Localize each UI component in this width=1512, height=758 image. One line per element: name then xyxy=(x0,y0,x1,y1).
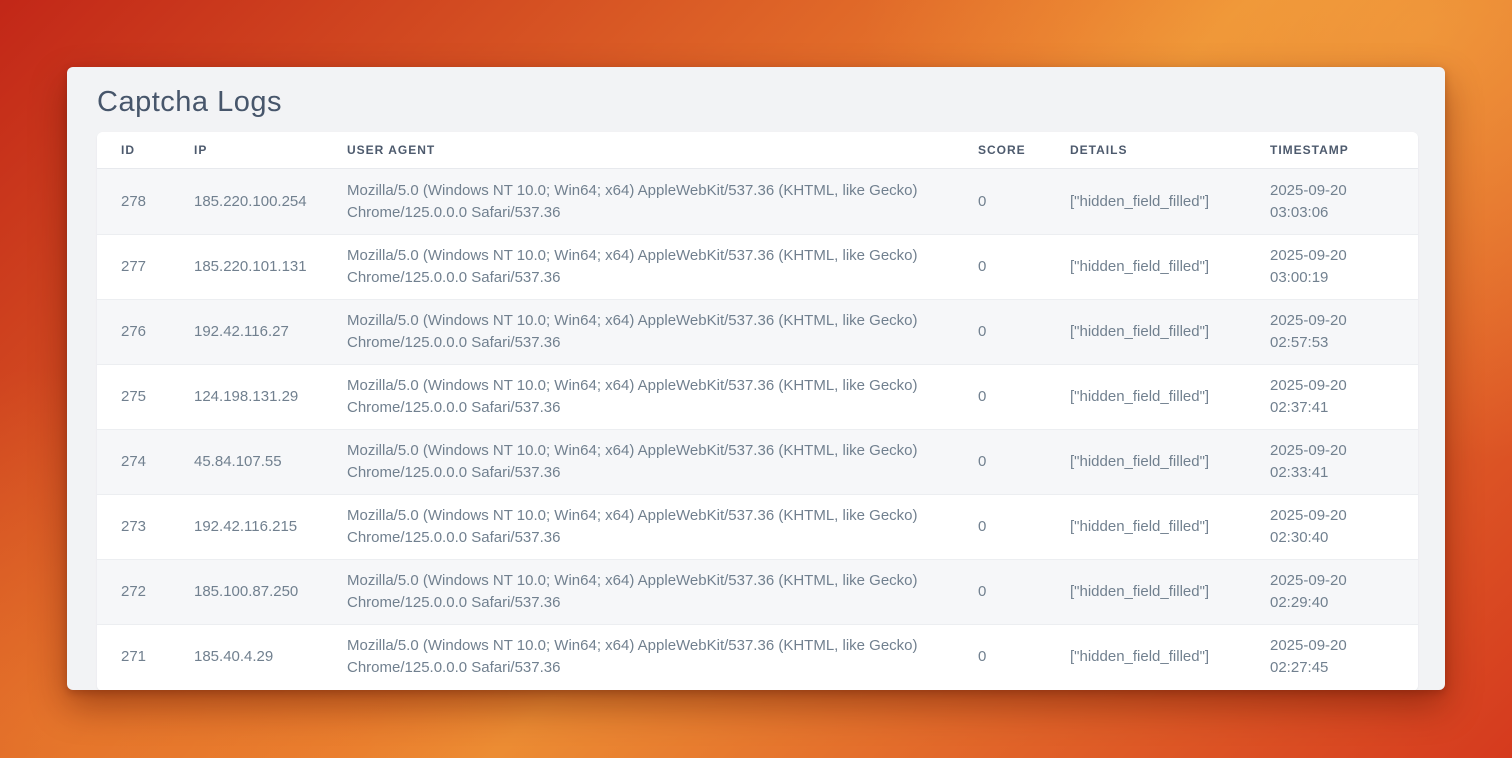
cell-timestamp: 2025-09-20 02:37:41 xyxy=(1270,375,1418,419)
cell-score: 0 xyxy=(978,386,1070,408)
column-header-id: ID xyxy=(97,143,194,157)
table-body: 278 185.220.100.254 Mozilla/5.0 (Windows… xyxy=(97,169,1418,689)
cell-id: 271 xyxy=(97,646,194,668)
cell-details: ["hidden_field_filled"] xyxy=(1070,581,1270,603)
cell-details: ["hidden_field_filled"] xyxy=(1070,386,1270,408)
column-header-score: SCORE xyxy=(978,143,1070,157)
table-row: 275 124.198.131.29 Mozilla/5.0 (Windows … xyxy=(97,364,1418,429)
cell-user-agent: Mozilla/5.0 (Windows NT 10.0; Win64; x64… xyxy=(347,505,978,549)
captcha-logs-table: ID IP USER AGENT SCORE DETAILS TIMESTAMP… xyxy=(97,132,1418,690)
cell-details: ["hidden_field_filled"] xyxy=(1070,321,1270,343)
cell-user-agent: Mozilla/5.0 (Windows NT 10.0; Win64; x64… xyxy=(347,180,978,224)
cell-user-agent: Mozilla/5.0 (Windows NT 10.0; Win64; x64… xyxy=(347,570,978,614)
cell-ip: 124.198.131.29 xyxy=(194,386,347,408)
cell-user-agent: Mozilla/5.0 (Windows NT 10.0; Win64; x64… xyxy=(347,635,978,679)
cell-score: 0 xyxy=(978,451,1070,473)
cell-ip: 192.42.116.215 xyxy=(194,516,347,538)
cell-score: 0 xyxy=(978,646,1070,668)
column-header-details: DETAILS xyxy=(1070,143,1270,157)
cell-ip: 185.40.4.29 xyxy=(194,646,347,668)
cell-user-agent: Mozilla/5.0 (Windows NT 10.0; Win64; x64… xyxy=(347,375,978,419)
cell-timestamp: 2025-09-20 03:03:06 xyxy=(1270,180,1418,224)
cell-score: 0 xyxy=(978,581,1070,603)
cell-timestamp: 2025-09-20 02:57:53 xyxy=(1270,310,1418,354)
cell-ip: 192.42.116.27 xyxy=(194,321,347,343)
column-header-user-agent: USER AGENT xyxy=(347,143,978,157)
cell-ip: 185.220.100.254 xyxy=(194,191,347,213)
cell-timestamp: 2025-09-20 02:27:45 xyxy=(1270,635,1418,679)
cell-id: 273 xyxy=(97,516,194,538)
table-row: 274 45.84.107.55 Mozilla/5.0 (Windows NT… xyxy=(97,429,1418,494)
cell-details: ["hidden_field_filled"] xyxy=(1070,516,1270,538)
cell-score: 0 xyxy=(978,516,1070,538)
table-row: 278 185.220.100.254 Mozilla/5.0 (Windows… xyxy=(97,169,1418,234)
cell-id: 272 xyxy=(97,581,194,603)
table-header-row: ID IP USER AGENT SCORE DETAILS TIMESTAMP xyxy=(97,132,1418,169)
cell-score: 0 xyxy=(978,256,1070,278)
cell-score: 0 xyxy=(978,321,1070,343)
cell-details: ["hidden_field_filled"] xyxy=(1070,256,1270,278)
cell-user-agent: Mozilla/5.0 (Windows NT 10.0; Win64; x64… xyxy=(347,310,978,354)
table-header: ID IP USER AGENT SCORE DETAILS TIMESTAMP xyxy=(97,132,1418,169)
table-row: 273 192.42.116.215 Mozilla/5.0 (Windows … xyxy=(97,494,1418,559)
cell-timestamp: 2025-09-20 02:33:41 xyxy=(1270,440,1418,484)
cell-ip: 185.100.87.250 xyxy=(194,581,347,603)
cell-id: 277 xyxy=(97,256,194,278)
card-header: Captcha Logs xyxy=(67,67,1445,132)
cell-id: 275 xyxy=(97,386,194,408)
column-header-ip: IP xyxy=(194,143,347,157)
captcha-logs-card: Captcha Logs ID IP USER AGENT SCORE DETA… xyxy=(67,67,1445,690)
column-header-timestamp: TIMESTAMP xyxy=(1270,143,1418,157)
page-title: Captcha Logs xyxy=(97,86,1415,119)
cell-score: 0 xyxy=(978,191,1070,213)
table-row: 276 192.42.116.27 Mozilla/5.0 (Windows N… xyxy=(97,299,1418,364)
cell-details: ["hidden_field_filled"] xyxy=(1070,451,1270,473)
cell-id: 276 xyxy=(97,321,194,343)
cell-user-agent: Mozilla/5.0 (Windows NT 10.0; Win64; x64… xyxy=(347,245,978,289)
cell-ip: 185.220.101.131 xyxy=(194,256,347,278)
table-row: 271 185.40.4.29 Mozilla/5.0 (Windows NT … xyxy=(97,624,1418,689)
cell-details: ["hidden_field_filled"] xyxy=(1070,191,1270,213)
cell-timestamp: 2025-09-20 02:30:40 xyxy=(1270,505,1418,549)
cell-id: 274 xyxy=(97,451,194,473)
cell-timestamp: 2025-09-20 03:00:19 xyxy=(1270,245,1418,289)
cell-id: 278 xyxy=(97,191,194,213)
cell-user-agent: Mozilla/5.0 (Windows NT 10.0; Win64; x64… xyxy=(347,440,978,484)
cell-timestamp: 2025-09-20 02:29:40 xyxy=(1270,570,1418,614)
cell-ip: 45.84.107.55 xyxy=(194,451,347,473)
table-row: 272 185.100.87.250 Mozilla/5.0 (Windows … xyxy=(97,559,1418,624)
table-row: 277 185.220.101.131 Mozilla/5.0 (Windows… xyxy=(97,234,1418,299)
cell-details: ["hidden_field_filled"] xyxy=(1070,646,1270,668)
